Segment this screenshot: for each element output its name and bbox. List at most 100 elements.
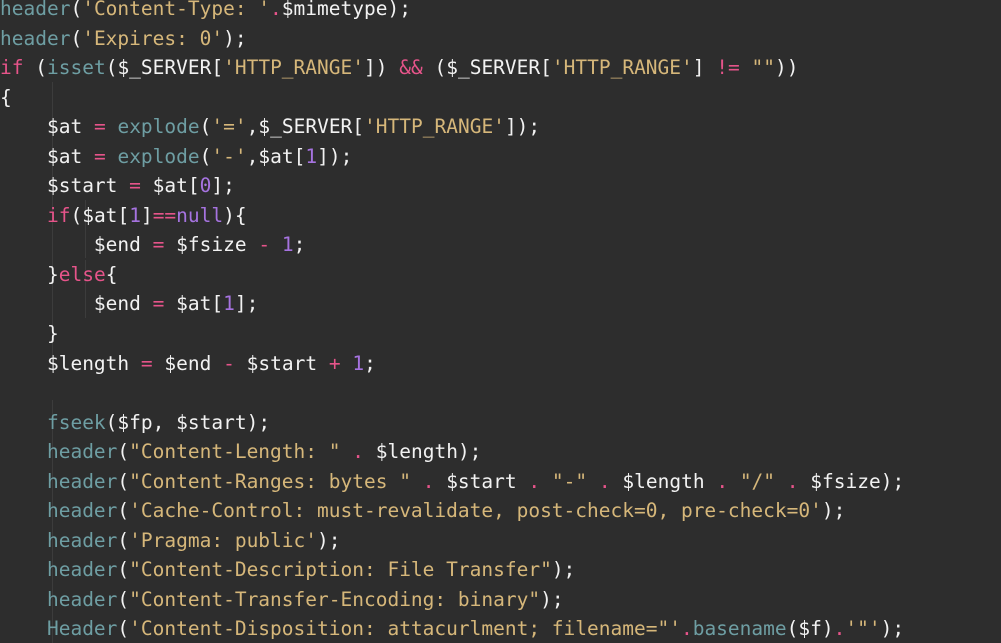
code-token-str: 'Content-Type: ' — [82, 0, 271, 20]
code-token-punc: } — [46, 322, 59, 346]
code-token-op: && — [399, 56, 423, 80]
code-token-op: . — [680, 617, 693, 641]
code-line[interactable]: header('Cache-Control: must-revalidate, … — [0, 496, 1001, 526]
code-token-var: $at — [46, 115, 83, 139]
code-line[interactable]: header("Content-Description: File Transf… — [0, 555, 1001, 585]
code-token-punc: , — [246, 144, 259, 168]
code-token-var: $end — [164, 351, 212, 375]
code-token-var: $at — [258, 144, 294, 168]
code-token-punc: ); — [223, 26, 247, 50]
code-token-var: $_SERVER — [446, 56, 541, 80]
code-line[interactable]: header("Content-Transfer-Encoding: binar… — [0, 585, 1001, 615]
code-line[interactable]: { — [0, 83, 1001, 113]
code-line[interactable]: $at = explode('=',$_SERVER['HTTP_RANGE']… — [0, 112, 1001, 142]
code-line-blank[interactable] — [0, 378, 1001, 408]
code-token-op: . — [833, 617, 846, 641]
code-token-num: null — [176, 203, 224, 227]
code-token-op: == — [152, 203, 177, 227]
code-token-str: 'HTTP_RANGE' — [551, 56, 693, 80]
code-token-str: 'HTTP_RANGE' — [364, 115, 505, 139]
code-token-op: = — [93, 115, 106, 139]
code-token-fn: header — [46, 440, 118, 464]
code-line[interactable]: $end = $fsize - 1; — [0, 230, 1001, 260]
code-token-var: $start — [176, 410, 247, 434]
code-token-punc: ); — [540, 587, 564, 611]
code-token-op: . — [716, 469, 729, 493]
code-token-punc — [317, 352, 329, 375]
code-token-punc: { — [0, 85, 12, 109]
code-token-punc: [ — [293, 144, 306, 168]
code-token-punc: ); — [551, 558, 576, 582]
code-token-var: $length — [622, 469, 705, 493]
code-token-punc: { — [105, 262, 118, 286]
code-line[interactable]: header("Content-Ranges: bytes " . $start… — [0, 467, 1001, 497]
code-line[interactable]: header('Content-Type: '.$mimetype); — [0, 0, 1001, 24]
code-line[interactable]: $end = $at[1]; — [0, 289, 1001, 319]
code-token-punc: , — [246, 115, 259, 139]
code-token-punc: ] — [140, 203, 153, 227]
code-line[interactable]: header('Pragma: public'); — [0, 526, 1001, 556]
code-token-punc: ); — [317, 528, 341, 552]
code-token-punc — [141, 174, 153, 197]
code-line[interactable]: header('Expires: 0'); — [0, 24, 1001, 54]
code-token-var: $start — [246, 351, 318, 375]
code-token-punc — [364, 440, 376, 463]
code-line[interactable]: } — [0, 319, 1001, 349]
code-token-str: '-' — [211, 144, 247, 168]
code-line[interactable]: $start = $at[0]; — [0, 171, 1001, 201]
code-token-punc: ( — [199, 144, 212, 168]
code-token-punc — [247, 233, 259, 256]
code-token-punc — [387, 56, 399, 79]
code-token-punc — [82, 145, 94, 168]
code-token-punc — [517, 470, 529, 493]
code-token-punc: ); — [821, 499, 846, 523]
code-token-punc — [423, 56, 435, 79]
code-line[interactable]: fseek($fp, $start); — [0, 408, 1001, 438]
code-token-fn: header — [46, 469, 118, 493]
code-token-punc: ( — [117, 440, 130, 464]
code-token-kw: else — [58, 262, 106, 286]
code-token-str: 'Content-Disposition: attacurlment; file… — [129, 617, 681, 641]
code-token-punc: ]) — [364, 56, 388, 80]
code-line[interactable]: if (isset($_SERVER['HTTP_RANGE']) && ($_… — [0, 53, 1001, 83]
code-line[interactable]: }else{ — [0, 260, 1001, 290]
code-line[interactable]: header("Content-Length: " . $length); — [0, 437, 1001, 467]
code-token-punc — [129, 352, 141, 375]
code-token-punc — [270, 233, 282, 256]
code-token-var: $length — [375, 440, 458, 464]
code-token-num: 0 — [199, 174, 212, 198]
code-token-punc: [ — [117, 203, 130, 227]
code-line[interactable]: Header('Content-Disposition: attacurlmen… — [0, 614, 1001, 643]
code-line[interactable]: $at = explode('-',$at[1]); — [0, 142, 1001, 172]
code-token-punc: ( — [117, 499, 130, 523]
code-token-op: + — [328, 351, 341, 375]
code-token-punc: [ — [211, 292, 224, 316]
code-token-punc — [341, 352, 353, 375]
code-token-op: = — [140, 351, 153, 375]
code-token-punc: ( — [70, 203, 83, 227]
code-token-punc — [434, 470, 446, 493]
code-token-fn: explode — [117, 115, 200, 139]
code-token-var: $start — [446, 469, 517, 493]
code-token-num: 1 — [305, 144, 318, 168]
code-token-fn: fseek — [46, 410, 106, 434]
code-token-punc: ); — [246, 410, 271, 434]
code-token-var: $at — [46, 144, 83, 168]
code-token-fn: Header — [46, 617, 118, 641]
code-token-op: - — [258, 233, 271, 257]
code-token-punc: ( — [105, 410, 118, 434]
code-token-fn: header — [0, 0, 71, 20]
code-token-op: = — [152, 233, 165, 257]
code-line[interactable]: if($at[1]==null){ — [0, 201, 1001, 231]
code-token-str: "Content-Description: File Transfer" — [129, 558, 552, 582]
code-line[interactable]: $length = $end - $start + 1; — [0, 349, 1001, 379]
code-token-punc: ] — [692, 56, 705, 80]
code-token-var: $start — [46, 174, 118, 198]
